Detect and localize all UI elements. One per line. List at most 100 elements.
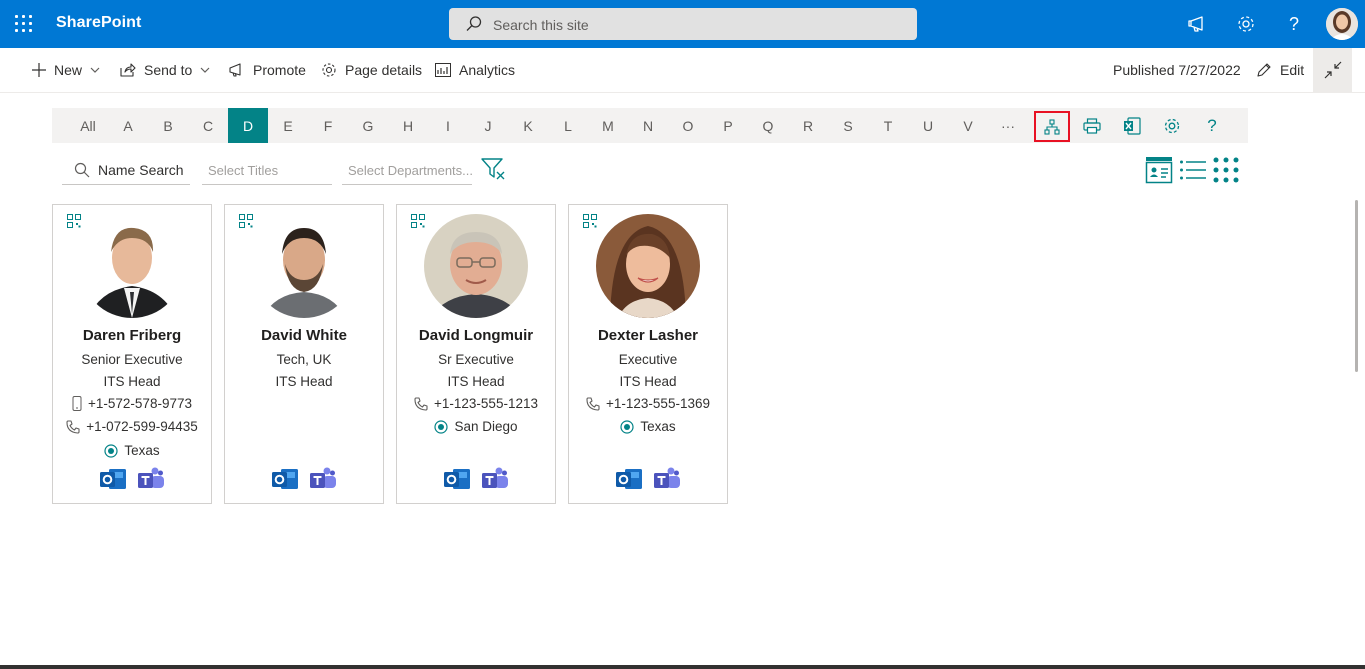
- outlook-icon[interactable]: [272, 466, 299, 492]
- phone-row[interactable]: +1-072-599-94435: [53, 419, 211, 434]
- command-bar: New Send to Promote Page details Analyti…: [0, 48, 1365, 93]
- name-search-label: Name Search: [98, 162, 184, 178]
- person-card[interactable]: David Longmuir Sr Executive ITS Head +1-…: [396, 204, 556, 504]
- letter-a[interactable]: A: [108, 108, 148, 143]
- letter-h[interactable]: H: [388, 108, 428, 143]
- send-to-label: Send to: [144, 62, 193, 78]
- page-details-button[interactable]: Page details: [321, 48, 422, 92]
- letter-k[interactable]: K: [508, 108, 548, 143]
- more-letters-button[interactable]: ···: [988, 108, 1028, 143]
- letter-o[interactable]: O: [668, 108, 708, 143]
- grid-view-icon[interactable]: [1213, 155, 1239, 185]
- outlook-icon[interactable]: [616, 466, 643, 492]
- site-search-box[interactable]: Search this site: [449, 8, 917, 40]
- card-view-icon[interactable]: [1145, 155, 1173, 185]
- collapse-icon: [1324, 61, 1341, 79]
- letter-v[interactable]: V: [948, 108, 988, 143]
- letter-n[interactable]: N: [628, 108, 668, 143]
- qr-code-icon[interactable]: [67, 214, 81, 228]
- person-card[interactable]: Daren Friberg Senior Executive ITS Head …: [52, 204, 212, 504]
- person-name[interactable]: David Longmuir: [397, 327, 555, 344]
- person-department: ITS Head: [275, 374, 333, 389]
- profile-photo: [596, 214, 700, 318]
- letter-b[interactable]: B: [148, 108, 188, 143]
- letter-u[interactable]: U: [908, 108, 948, 143]
- teams-icon[interactable]: [309, 466, 336, 492]
- analytics-button[interactable]: Analytics: [435, 48, 515, 92]
- location-icon: [620, 419, 634, 434]
- location-row: San Diego: [397, 419, 555, 434]
- letter-m[interactable]: M: [588, 108, 628, 143]
- letter-j[interactable]: J: [468, 108, 508, 143]
- waffle-icon[interactable]: [14, 14, 34, 34]
- letter-p[interactable]: P: [708, 108, 748, 143]
- avatar[interactable]: [1326, 8, 1358, 40]
- letter-g[interactable]: G: [348, 108, 388, 143]
- new-button[interactable]: New: [32, 48, 100, 92]
- letter-i[interactable]: I: [428, 108, 468, 143]
- teams-icon[interactable]: [137, 466, 164, 492]
- send-to-button[interactable]: Send to: [120, 48, 210, 92]
- excel-icon[interactable]: [1114, 108, 1150, 143]
- search-icon: [74, 162, 90, 178]
- departments-select[interactable]: Select Departments...: [342, 156, 472, 185]
- share-icon: [120, 63, 136, 77]
- letter-e[interactable]: E: [268, 108, 308, 143]
- help-icon[interactable]: ?: [1282, 12, 1306, 36]
- megaphone-icon: [229, 63, 241, 77]
- app-links: [225, 466, 383, 492]
- window-bottom-edge: [0, 665, 1365, 669]
- profile-photo: [252, 214, 356, 318]
- edit-button[interactable]: Edit: [1256, 48, 1304, 92]
- page-details-label: Page details: [345, 62, 423, 78]
- collapse-button[interactable]: [1313, 48, 1352, 92]
- letter-q[interactable]: Q: [748, 108, 788, 143]
- location-text: Texas: [124, 443, 160, 458]
- person-name[interactable]: Daren Friberg: [53, 327, 211, 344]
- letter-d[interactable]: D: [228, 108, 268, 143]
- app-title[interactable]: SharePoint: [56, 14, 141, 32]
- org-chart-icon[interactable]: [1034, 111, 1070, 142]
- name-search-input[interactable]: Name Search: [62, 156, 190, 185]
- qr-code-icon[interactable]: [583, 214, 597, 228]
- megaphone-icon[interactable]: [1186, 12, 1210, 36]
- plus-icon: [32, 63, 46, 77]
- letter-s[interactable]: S: [828, 108, 868, 143]
- qr-code-icon[interactable]: [239, 214, 253, 228]
- app-links: [53, 466, 211, 492]
- search-placeholder: Search this site: [493, 17, 589, 33]
- person-name[interactable]: David White: [225, 327, 383, 344]
- letter-all[interactable]: All: [68, 108, 108, 143]
- letter-f[interactable]: F: [308, 108, 348, 143]
- print-icon[interactable]: [1074, 108, 1110, 143]
- profile-photo: [424, 214, 528, 318]
- qr-code-icon[interactable]: [411, 214, 425, 228]
- gear-icon[interactable]: [1234, 12, 1258, 36]
- outlook-icon[interactable]: [100, 466, 127, 492]
- outlook-icon[interactable]: [444, 466, 471, 492]
- letter-r[interactable]: R: [788, 108, 828, 143]
- clear-filter-icon[interactable]: [481, 157, 507, 186]
- teams-icon[interactable]: [653, 466, 680, 492]
- mobile-row[interactable]: +1-572-578-9773: [53, 396, 211, 411]
- titles-select[interactable]: Select Titles: [202, 156, 332, 185]
- phone-icon: [66, 419, 80, 434]
- person-card[interactable]: David White Tech, UK ITS Head: [224, 204, 384, 504]
- letter-t[interactable]: T: [868, 108, 908, 143]
- settings-icon[interactable]: [1154, 108, 1190, 143]
- location-icon: [104, 443, 118, 458]
- teams-icon[interactable]: [481, 466, 508, 492]
- vertical-scrollbar[interactable]: [1355, 200, 1358, 372]
- gear-icon: [322, 63, 336, 77]
- person-card[interactable]: Dexter Lasher Executive ITS Head +1-123-…: [568, 204, 728, 504]
- list-view-icon[interactable]: [1179, 155, 1207, 185]
- help-icon[interactable]: ?: [1194, 108, 1230, 143]
- phone-row[interactable]: +1-123-555-1369: [569, 396, 727, 411]
- letter-c[interactable]: C: [188, 108, 228, 143]
- promote-button[interactable]: Promote: [228, 48, 306, 92]
- phone-row[interactable]: +1-123-555-1213: [397, 396, 555, 411]
- person-name[interactable]: Dexter Lasher: [569, 327, 727, 344]
- person-title: Senior Executive: [81, 352, 183, 367]
- letter-l[interactable]: L: [548, 108, 588, 143]
- app-links: [569, 466, 727, 492]
